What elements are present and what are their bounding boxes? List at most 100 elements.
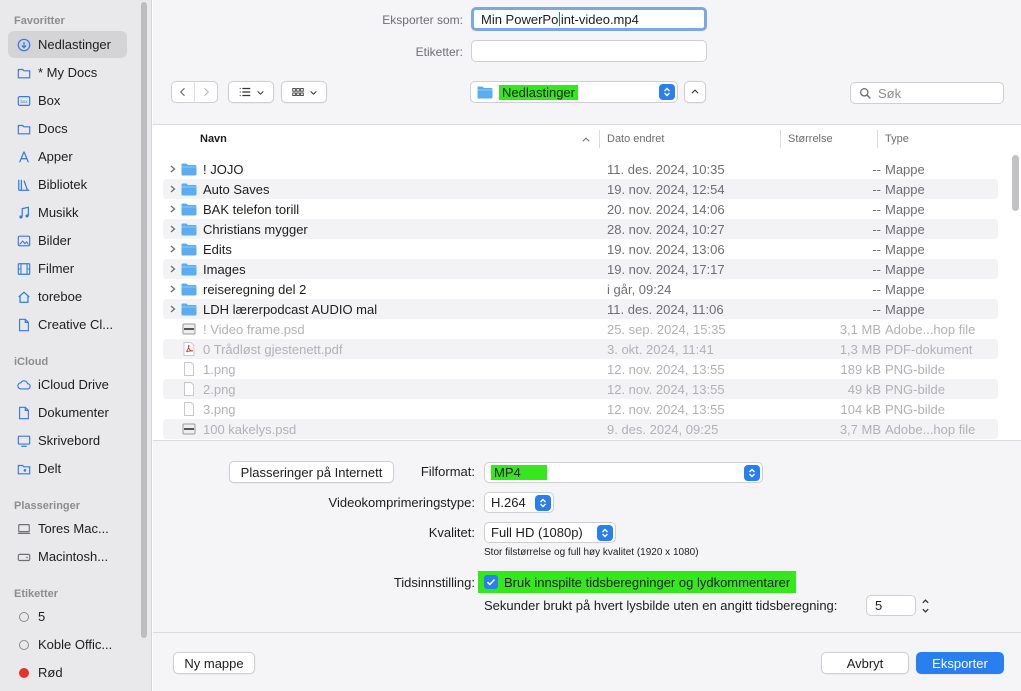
sidebar-item-my-docs[interactable]: * My Docs [8, 59, 127, 86]
file-row: ! Video frame.psd 25. sep. 2024, 15:35 3,1… [163, 319, 998, 339]
sidebar-tag-5[interactable]: 5 [8, 603, 127, 630]
location-popup[interactable]: Nedlastinger [470, 81, 678, 103]
sidebar-item-icloud-drive[interactable]: iCloud Drive [8, 371, 127, 398]
file-name: Edits [203, 241, 232, 257]
disclosure-chevron-icon[interactable] [167, 165, 179, 173]
file-name: Auto Saves [203, 181, 270, 197]
file-row: 1.png 12. nov. 2024, 13:55 189 kB PNG-bilde [163, 359, 998, 379]
tag-dot-icon [19, 611, 29, 622]
disclosure-chevron-icon[interactable] [167, 245, 179, 253]
sidebar-item-bilder[interactable]: Bilder [8, 227, 127, 254]
sidebar-item-creative-cloud[interactable]: Creative Cl... [8, 311, 127, 338]
file-name-cell: BAK telefon torill [167, 199, 299, 219]
export-button[interactable]: Eksporter [916, 652, 1004, 674]
file-size: -- [872, 261, 881, 277]
gallery-view-button[interactable] [281, 81, 327, 103]
sidebar-item-nedlastinger[interactable]: Nedlastinger [8, 31, 127, 58]
sidebar-item-musikk[interactable]: Musikk [8, 199, 127, 226]
tag-dot-icon [19, 667, 29, 678]
folder-row[interactable]: BAK telefon torill 20. nov. 2024, 14:06 --… [163, 199, 998, 219]
folder-row[interactable]: LDH lærerpodcast AUDIO mal 11. des. 2024,… [163, 299, 998, 319]
sidebar-scrollbar[interactable] [141, 2, 147, 638]
file-date: 12. nov. 2024, 13:55 [607, 361, 725, 377]
file-row: 2.png 12. nov. 2024, 13:55 49 kB PNG-bilde [163, 379, 998, 399]
file-name-cell: Auto Saves [167, 179, 270, 199]
seconds-field[interactable]: 5 [866, 595, 916, 616]
quality-popup[interactable]: Full HD (1080p) [484, 522, 616, 543]
column-header-size[interactable]: Størrelse [788, 125, 833, 153]
folder-row[interactable]: Images 19. nov. 2024, 17:17 -- Mappe [163, 259, 998, 279]
file-date: 11. des. 2024, 10:35 [607, 161, 725, 177]
file-size: -- [872, 221, 881, 237]
format-popup[interactable]: MP4 [484, 462, 763, 483]
column-header-date[interactable]: Dato endret [607, 125, 664, 153]
list-view-button[interactable] [228, 81, 274, 103]
file-name-cell: 3.png [167, 399, 236, 419]
search-placeholder: Søk [878, 85, 902, 101]
sidebar-section-locations: Plasseringer [14, 500, 81, 512]
png-file-icon [181, 402, 197, 416]
disclosure-chevron-icon[interactable] [167, 265, 179, 273]
photos-icon [17, 234, 31, 248]
file-name: 3.png [203, 401, 236, 417]
checkmark-icon [484, 575, 498, 589]
sidebar-item-docs[interactable]: Docs [8, 115, 127, 142]
folder-row[interactable]: Edits 19. nov. 2024, 13:06 -- Mappe [163, 239, 998, 259]
back-button[interactable] [172, 82, 194, 102]
sidebar-tag-koble-office[interactable]: Koble Offic... [8, 631, 127, 658]
folder-row[interactable]: ! JOJO 11. des. 2024, 10:35 -- Mappe [163, 159, 998, 179]
column-header-name[interactable]: Navn [200, 125, 227, 153]
column-divider[interactable] [877, 130, 878, 148]
file-name-cell: Christians mygger [167, 219, 308, 239]
disclosure-chevron-icon[interactable] [167, 205, 179, 213]
sidebar-item-toreboe[interactable]: toreboe [8, 283, 127, 310]
file-name: ! JOJO [203, 161, 244, 177]
column-divider[interactable] [780, 130, 781, 148]
folder-icon [181, 202, 197, 216]
folder-row[interactable]: Auto Saves 19. nov. 2024, 12:54 -- Mappe [163, 179, 998, 199]
folder-row[interactable]: Christians mygger 28. nov. 2024, 10:27 -- M… [163, 219, 998, 239]
file-size: 104 kB [840, 401, 881, 417]
file-name-cell: 1.png [167, 359, 236, 379]
folder-icon [17, 122, 31, 136]
expand-collapse-button[interactable] [684, 81, 706, 103]
file-date: 12. nov. 2024, 13:55 [607, 401, 725, 417]
sidebar-item-bibliotek[interactable]: Bibliotek [8, 171, 127, 198]
sidebar-item-label: Nedlastinger [38, 37, 111, 52]
search-field[interactable]: Søk [850, 82, 1004, 104]
disclosure-chevron-icon[interactable] [167, 185, 179, 193]
file-name-cell: 2.png [167, 379, 236, 399]
sidebar-item-apper[interactable]: Apper [8, 143, 127, 170]
disclosure-chevron-icon[interactable] [167, 305, 179, 313]
file-date: 25. sep. 2024, 15:35 [607, 321, 726, 337]
new-folder-button[interactable]: Ny mappe [173, 652, 255, 674]
sidebar-item-skrivebord[interactable]: Skrivebord [8, 427, 127, 454]
export-filename-field[interactable]: Min PowerPo int-video.mp4 [471, 7, 707, 31]
sidebar-item-box[interactable]: box Box [8, 87, 127, 114]
psd-file-icon [181, 322, 197, 336]
timing-checkbox[interactable]: Bruk innspilte tidsberegninger og lydkom… [478, 571, 797, 593]
sidebar-item-macintosh[interactable]: Macintosh... [8, 543, 127, 570]
compression-popup[interactable]: H.264 [484, 492, 554, 513]
sidebar-item-delt[interactable]: Delt [8, 455, 127, 482]
file-name-cell: 100 kakelys.psd [167, 419, 296, 439]
sidebar-tag-rod[interactable]: Rød [8, 659, 127, 686]
forward-button[interactable] [194, 82, 216, 102]
sidebar-item-tores-mac[interactable]: Tores Mac... [8, 515, 127, 542]
sidebar-item-label: Apper [38, 149, 73, 164]
folder-row[interactable]: reiseregning del 2 i går, 09:24 -- Mappe [163, 279, 998, 299]
column-header-type[interactable]: Type [885, 125, 909, 153]
file-type: Adobe...hop file [885, 421, 976, 437]
sidebar-item-filmer[interactable]: Filmer [8, 255, 127, 282]
tags-field[interactable] [471, 40, 707, 62]
disclosure-chevron-icon[interactable] [167, 285, 179, 293]
cancel-button[interactable]: Avbryt [821, 652, 909, 674]
file-list-scrollbar[interactable] [1012, 155, 1019, 211]
file-date: 19. nov. 2024, 12:54 [607, 181, 725, 197]
disclosure-chevron-icon[interactable] [167, 225, 179, 233]
timing-checkbox-label: Bruk innspilte tidsberegninger og lydkom… [504, 574, 791, 590]
sidebar-item-dokumenter[interactable]: Dokumenter [8, 399, 127, 426]
seconds-stepper[interactable] [919, 595, 932, 616]
column-divider[interactable] [599, 130, 600, 148]
filename-text-after: int-video.mp4 [560, 11, 639, 27]
